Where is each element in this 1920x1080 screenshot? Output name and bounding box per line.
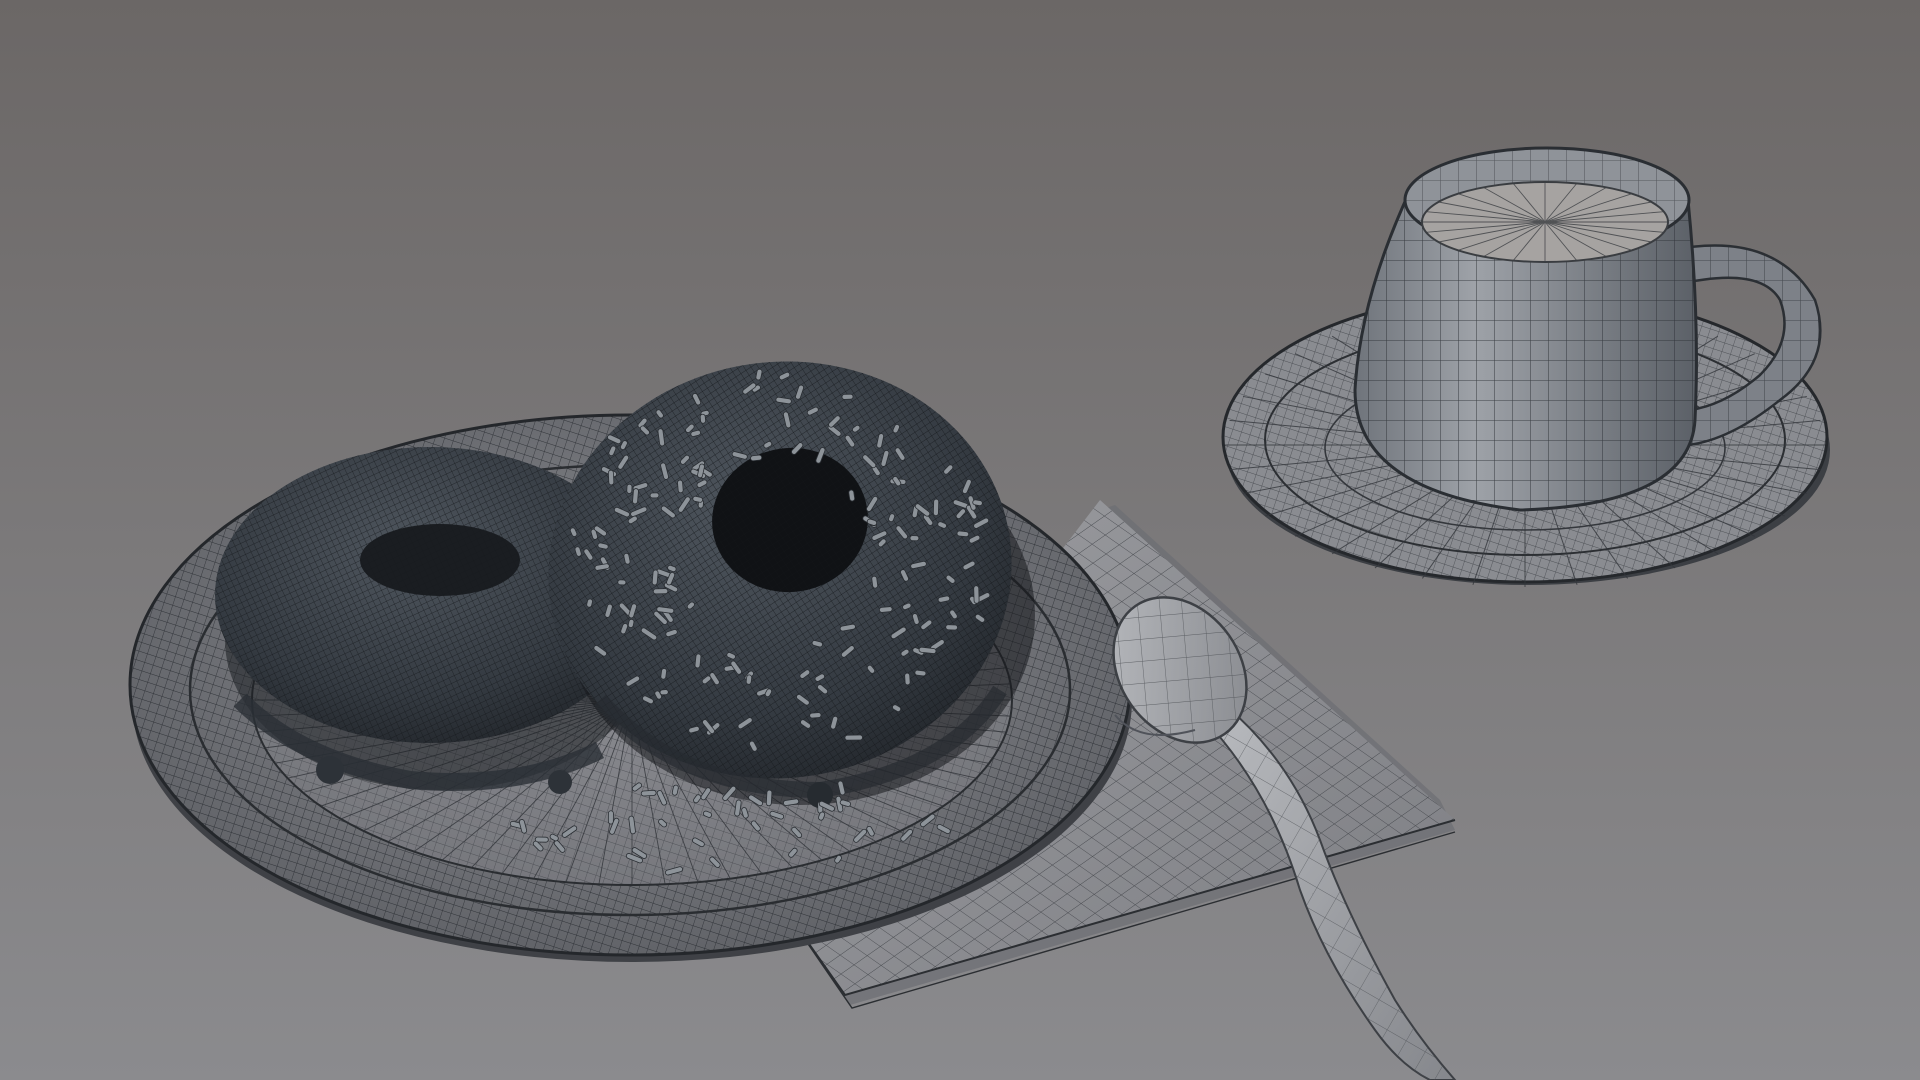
sprinkle (973, 585, 980, 604)
sprinkle (750, 454, 763, 462)
sprinkle (660, 668, 668, 680)
sprinkle (904, 672, 911, 686)
sprinkle (607, 469, 615, 486)
sprinkle (659, 689, 669, 696)
sprinkle (632, 488, 639, 505)
sprinkle (649, 492, 660, 499)
sprinkle (765, 789, 773, 807)
sprinkle (956, 530, 970, 538)
sprinkle (878, 606, 893, 613)
sprinkle (626, 483, 633, 494)
sprinkle (640, 790, 657, 797)
sprinkle (932, 498, 940, 517)
sprinkle (841, 393, 854, 400)
sprinkle (945, 624, 958, 631)
render-viewport (0, 0, 1920, 1080)
sprinkle (745, 674, 753, 685)
sprinkle (809, 712, 822, 719)
sprinkle (652, 588, 669, 595)
sprinkle (909, 535, 920, 542)
sprinkle (844, 734, 863, 741)
sprinkle (699, 413, 706, 424)
sprinkle (651, 569, 659, 586)
sprinkle (914, 669, 927, 677)
sprinkle (677, 479, 684, 494)
sprinkle (694, 653, 702, 669)
sprinkle (617, 579, 627, 586)
sprinkle (607, 810, 614, 825)
sprinkle (871, 575, 879, 589)
